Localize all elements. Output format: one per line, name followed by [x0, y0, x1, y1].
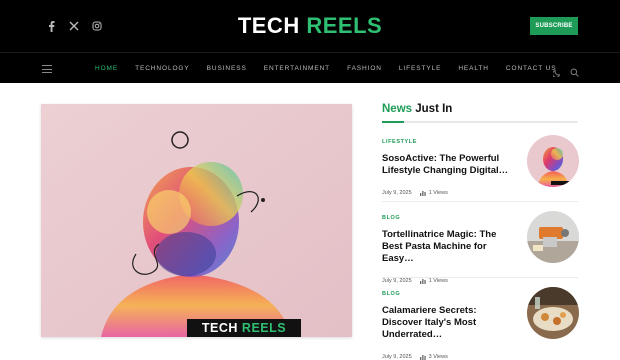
views-chart-icon — [419, 191, 426, 196]
nav-health[interactable]: HEALTH — [458, 65, 489, 72]
post-date: July 9, 2025 — [382, 354, 412, 360]
post-thumbnail[interactable] — [527, 211, 579, 263]
site-logo[interactable]: TECH REELS — [0, 13, 620, 39]
sidebar-heading-accent: News — [382, 103, 413, 115]
nav-links: HOME TECHNOLOGY BUSINESS ENTERTAINMENT F… — [95, 65, 574, 72]
post-divider — [382, 201, 578, 202]
post-views-count: 3 Views — [428, 354, 448, 360]
post-title[interactable]: Calamariere Secrets: Discover Italy's Mo… — [382, 305, 510, 341]
post-meta: July 9, 2025 3 Views — [382, 354, 578, 360]
post-thumbnail[interactable] — [527, 287, 579, 339]
hero-badge-main: TECH — [201, 321, 238, 335]
post-views-count: 1 Views — [428, 190, 448, 196]
views-chart-icon — [419, 355, 426, 360]
list-item: LIFESTYLE SosoActive: The Powerful Lifes… — [382, 135, 579, 196]
nav-home[interactable]: HOME — [95, 65, 118, 72]
post-date: July 9, 2025 — [382, 190, 412, 196]
post-views: 1 Views — [419, 190, 448, 196]
logo-accent: REELS — [306, 13, 383, 38]
post-date: July 9, 2025 — [382, 278, 412, 284]
hero-logo-badge: TECH REELS — [187, 319, 301, 337]
sidebar-heading: News Just In — [382, 103, 452, 115]
menu-icon[interactable] — [42, 65, 52, 73]
nav-contact-us[interactable]: CONTACT US — [506, 65, 557, 72]
search-icon[interactable] — [570, 64, 579, 82]
nav-technology[interactable]: TECHNOLOGY — [135, 65, 190, 72]
post-divider — [382, 277, 578, 278]
subscribe-button[interactable]: SUBSCRIBE — [530, 17, 578, 35]
post-meta: July 9, 2025 1 Views — [382, 190, 578, 196]
nav-entertainment[interactable]: ENTERTAINMENT — [264, 65, 330, 72]
nav-fashion[interactable]: FASHION — [347, 65, 382, 72]
post-views: 3 Views — [419, 354, 448, 360]
nav-business[interactable]: BUSINESS — [207, 65, 247, 72]
post-views-count: 1 Views — [428, 278, 448, 284]
post-title[interactable]: Tortellinatrice Magic: The Best Pasta Ma… — [382, 229, 510, 265]
list-item: BLOG Tortellinatrice Magic: The Best Pas… — [382, 211, 579, 284]
main-nav: HOME TECHNOLOGY BUSINESS ENTERTAINMENT F… — [0, 52, 620, 83]
post-thumbnail[interactable] — [527, 135, 579, 187]
views-chart-icon — [419, 279, 426, 284]
nav-lifestyle[interactable]: LIFESTYLE — [399, 65, 441, 72]
featured-post-image[interactable]: TECH REELS — [41, 104, 352, 337]
sidebar-heading-rest: Just In — [415, 103, 453, 115]
post-meta: July 9, 2025 1 Views — [382, 278, 578, 284]
sidebar-heading-underline — [382, 121, 578, 123]
list-item: BLOG Calamariere Secrets: Discover Italy… — [382, 287, 579, 360]
nav-icons — [552, 64, 579, 82]
hero-badge-accent: REELS — [241, 321, 287, 335]
featured-illustration — [41, 104, 352, 337]
post-views: 1 Views — [419, 278, 448, 284]
logo-main: TECH — [237, 13, 300, 38]
theme-toggle-icon[interactable] — [552, 64, 562, 82]
top-header: TECH REELS SUBSCRIBE — [0, 0, 620, 52]
post-title[interactable]: SosoActive: The Powerful Lifestyle Chang… — [382, 153, 510, 177]
